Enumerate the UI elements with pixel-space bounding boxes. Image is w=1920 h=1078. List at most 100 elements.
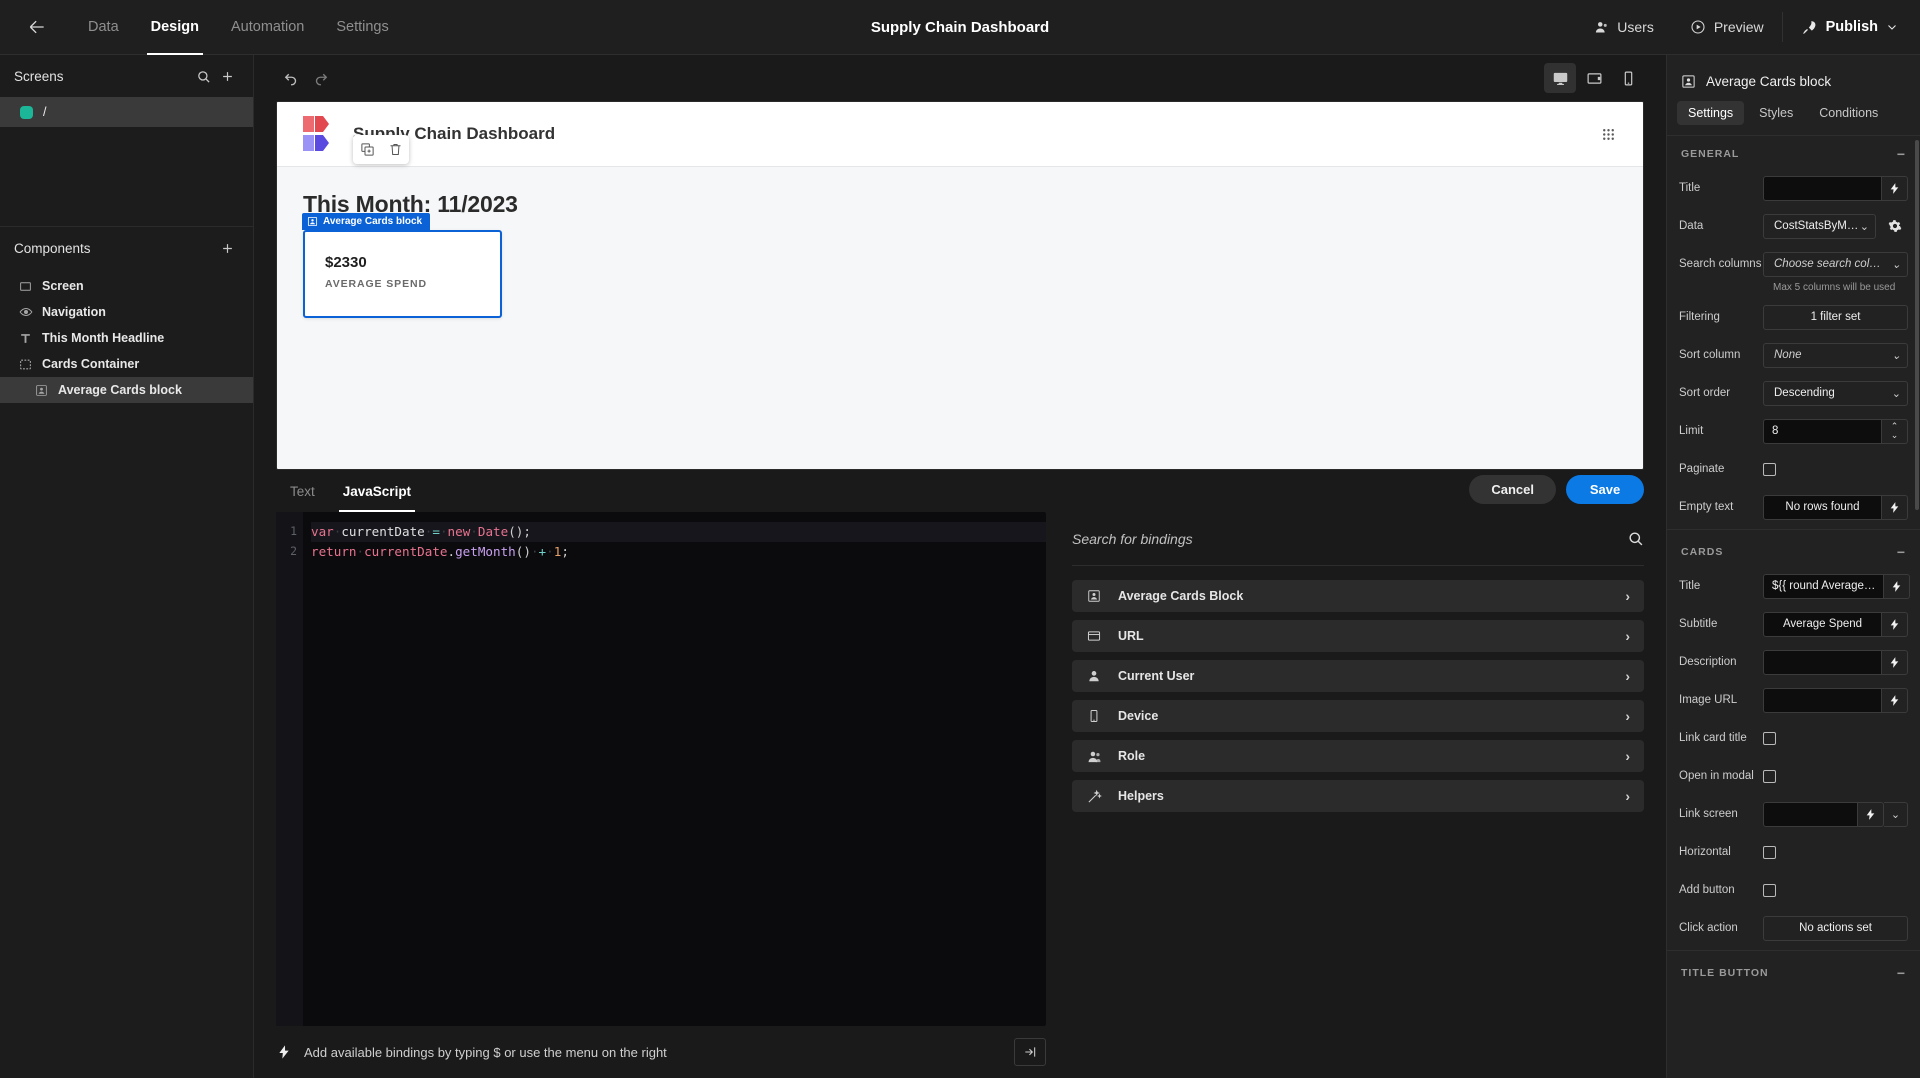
device-desktop-button[interactable]	[1544, 63, 1576, 93]
binding-item-current-user[interactable]: Current User ›	[1072, 660, 1644, 692]
users-button[interactable]: Users	[1576, 0, 1672, 54]
checkbox-add-button[interactable]	[1763, 883, 1776, 897]
binding-bolt-button[interactable]	[1882, 494, 1908, 520]
component-item-cards-container[interactable]: Cards Container	[0, 351, 253, 377]
component-item-average-cards-block[interactable]: Average Cards block	[0, 377, 253, 403]
binding-item-average-cards-block[interactable]: Average Cards Block ›	[1072, 580, 1644, 612]
binding-bolt-button[interactable]	[1858, 801, 1884, 827]
topbar-left-group: Data Design Automation Settings	[0, 0, 405, 55]
tab-settings[interactable]: Settings	[1677, 101, 1745, 125]
bolt-icon	[1893, 580, 1901, 592]
collapse-icon[interactable]: −	[1897, 965, 1906, 981]
card-value: $2330	[325, 254, 367, 271]
delete-icon[interactable]	[388, 142, 403, 157]
cancel-button[interactable]: Cancel	[1469, 475, 1556, 504]
average-cards-block[interactable]: $2330 AVERAGE SPEND	[303, 230, 502, 318]
select-sort-order[interactable]: Descending ⌄	[1763, 380, 1908, 406]
headline-text[interactable]: This Month: 11/2023	[303, 191, 1617, 218]
topbar-right-group: Users Preview Publish	[1576, 0, 1920, 54]
input-cards-description[interactable]	[1763, 649, 1882, 675]
expand-editor-button[interactable]	[1014, 1038, 1046, 1066]
component-item-screen[interactable]: Screen	[0, 273, 253, 299]
device-mobile-button[interactable]	[1612, 63, 1644, 93]
component-item-navigation[interactable]: Navigation	[0, 299, 253, 325]
preview-button[interactable]: Preview	[1672, 0, 1782, 54]
button-filtering[interactable]: 1 filter set	[1763, 304, 1908, 330]
nav-tab-design[interactable]: Design	[135, 0, 215, 55]
group-header-general[interactable]: GENERAL −	[1667, 136, 1920, 172]
chevron-down-icon[interactable]	[1886, 21, 1898, 33]
nav-tab-automation[interactable]: Automation	[215, 0, 320, 55]
link-screen-dropdown-button[interactable]: ⌄	[1884, 801, 1908, 827]
binding-item-device[interactable]: Device ›	[1072, 700, 1644, 732]
binding-item-helpers[interactable]: Helpers ›	[1072, 780, 1644, 812]
input-cards-title[interactable]: ${{ round Average…	[1763, 573, 1885, 599]
binding-bolt-button[interactable]	[1882, 611, 1908, 637]
code-text-area[interactable]: var·currentDate·=·new·Date(); return·cur…	[303, 512, 1046, 1026]
chevron-down-icon: ⌄	[1891, 349, 1901, 362]
search-screens-button[interactable]	[191, 64, 215, 88]
checkbox-open-in-modal[interactable]	[1763, 769, 1776, 783]
select-sort-column-value: None	[1774, 349, 1802, 361]
binding-bolt-button[interactable]	[1884, 573, 1911, 599]
editor-tab-text[interactable]: Text	[276, 470, 329, 512]
select-data-source[interactable]: CostStatsByM… ⌄	[1763, 213, 1876, 239]
component-item-headline[interactable]: This Month Headline	[0, 325, 253, 351]
binding-bolt-button[interactable]	[1882, 687, 1908, 713]
element-float-toolbar	[353, 135, 409, 164]
group-header-cards[interactable]: CARDS −	[1667, 534, 1920, 570]
grid-menu-icon[interactable]	[1600, 126, 1617, 143]
publish-button[interactable]: Publish	[1783, 0, 1920, 54]
collapse-icon[interactable]: −	[1897, 146, 1906, 162]
input-link-screen[interactable]	[1763, 801, 1858, 827]
binding-bolt-button[interactable]	[1882, 649, 1908, 675]
tablet-icon	[1587, 72, 1601, 84]
tab-styles[interactable]: Styles	[1748, 101, 1804, 125]
select-sort-column[interactable]: None ⌄	[1763, 342, 1908, 368]
group-header-title-button[interactable]: TITLE BUTTON −	[1667, 955, 1920, 991]
collapse-icon[interactable]: −	[1897, 544, 1906, 560]
checkbox-horizontal[interactable]	[1763, 845, 1776, 859]
editor-actions: Cancel Save	[1469, 475, 1644, 504]
binding-item-role[interactable]: Role ›	[1072, 740, 1644, 772]
data-settings-gear-button[interactable]	[1882, 219, 1908, 233]
limit-stepper[interactable]: ⌃ ⌄	[1882, 418, 1908, 444]
code-editor[interactable]: 1 2 var·currentDate·=·new·Date(); return…	[276, 512, 1046, 1026]
app-canvas[interactable]: Supply Chain Dashboard This Month: 11/20…	[276, 101, 1644, 470]
input-cards-subtitle[interactable]: Average Spend	[1763, 611, 1882, 637]
app-logo-icon	[303, 115, 337, 153]
chevron-right-icon: ›	[1625, 668, 1630, 684]
stepper-down-icon[interactable]: ⌄	[1891, 431, 1899, 440]
add-screen-button[interactable]	[215, 64, 239, 88]
binding-item-label: Device	[1118, 709, 1159, 723]
device-tablet-button[interactable]	[1578, 63, 1610, 93]
select-search-columns[interactable]: Choose search col… ⌄	[1763, 251, 1908, 277]
nav-tab-settings[interactable]: Settings	[320, 0, 404, 55]
redo-button[interactable]	[306, 63, 336, 93]
tab-conditions[interactable]: Conditions	[1808, 101, 1889, 125]
nav-tab-data[interactable]: Data	[72, 0, 135, 55]
save-button[interactable]: Save	[1566, 475, 1644, 504]
add-component-button[interactable]	[215, 236, 239, 260]
editor-tab-javascript[interactable]: JavaScript	[329, 470, 425, 512]
binding-bolt-button[interactable]	[1882, 175, 1908, 201]
search-icon[interactable]	[1627, 530, 1644, 547]
input-cards-image-url[interactable]	[1763, 687, 1882, 713]
settings-scroll-area[interactable]: GENERAL − Title Data CostStatsByM… ⌄ Sea…	[1667, 135, 1920, 1078]
search-bindings-input[interactable]	[1072, 530, 1617, 547]
screen-item-root[interactable]: /	[0, 97, 253, 127]
input-general-title[interactable]	[1763, 175, 1882, 201]
checkbox-link-card-title[interactable]	[1763, 731, 1776, 745]
input-empty-text[interactable]: No rows found	[1763, 494, 1882, 520]
group-divider	[1667, 950, 1920, 951]
duplicate-icon[interactable]	[360, 142, 375, 157]
checkbox-paginate[interactable]	[1763, 462, 1776, 476]
binding-item-url[interactable]: URL ›	[1072, 620, 1644, 652]
back-button[interactable]	[18, 8, 56, 46]
redo-icon	[315, 73, 328, 86]
button-click-action[interactable]: No actions set	[1763, 915, 1908, 941]
input-limit[interactable]: 8	[1763, 418, 1882, 444]
users-label: Users	[1617, 19, 1654, 35]
undo-button[interactable]	[276, 63, 306, 93]
settings-scrollbar[interactable]	[1915, 140, 1919, 510]
